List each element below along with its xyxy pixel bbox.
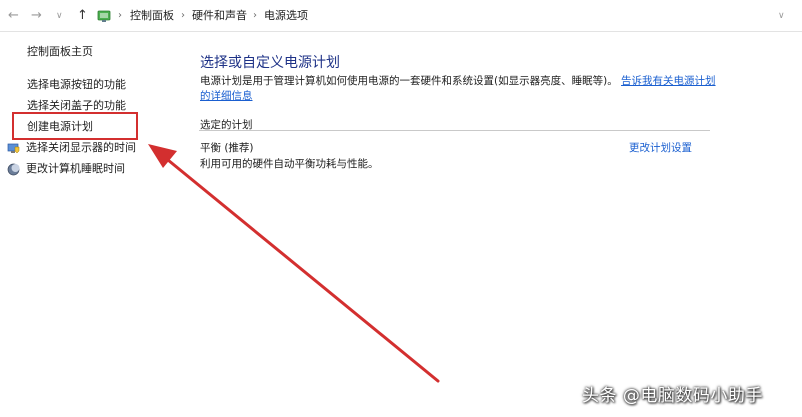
watermark: 头条 @电脑数码小助手 [582,386,763,406]
annotation-arrow [148,144,440,383]
